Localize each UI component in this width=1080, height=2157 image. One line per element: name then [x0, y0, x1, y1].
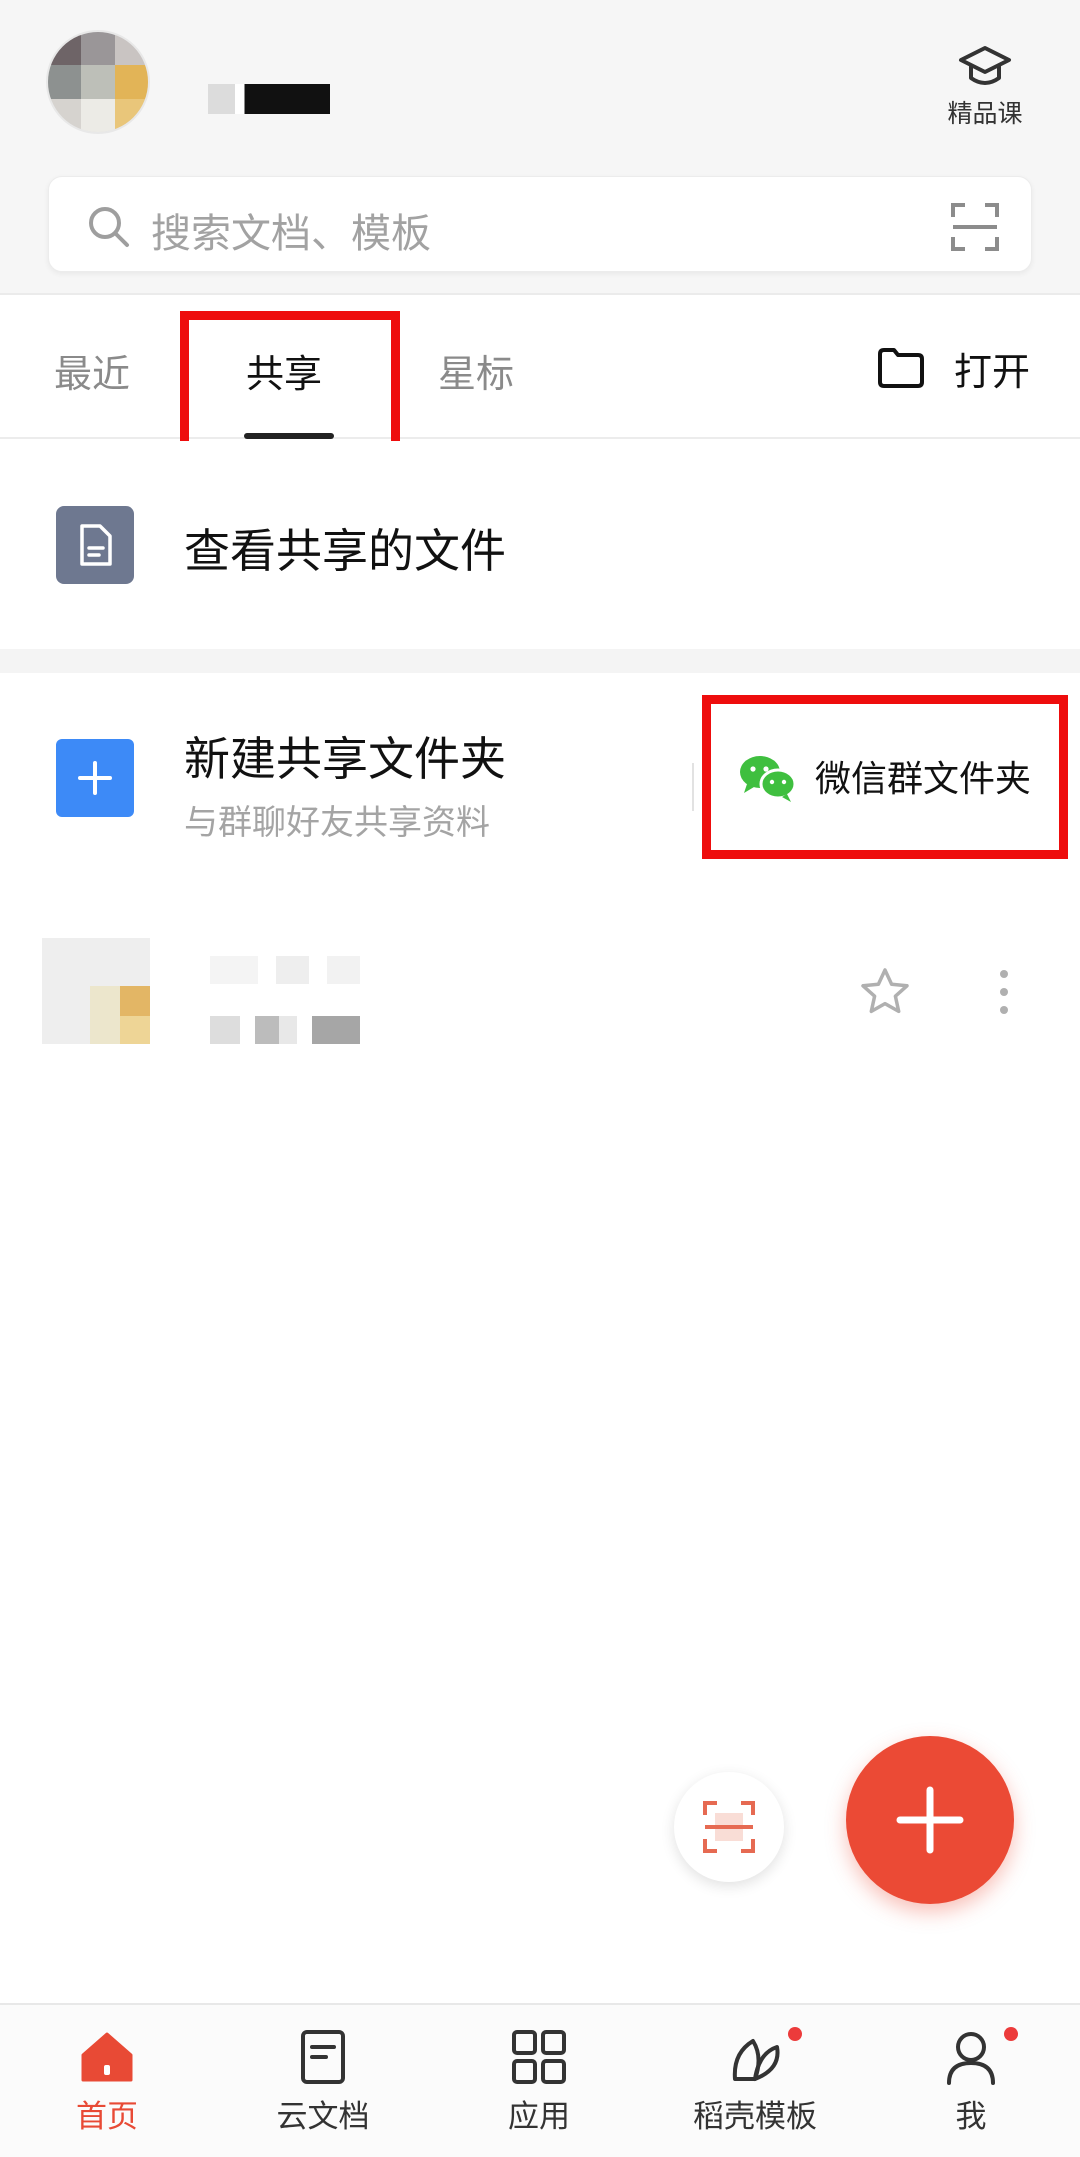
nav-templates[interactable]: 稻壳模板 [660, 2027, 850, 2147]
avatar[interactable] [46, 30, 150, 134]
apps-icon [512, 2030, 566, 2084]
bottom-navigation: 首页 云文档 应用 稻壳模板 我 [0, 2003, 1080, 2157]
folder-icon [878, 348, 924, 388]
profile-icon [947, 2032, 995, 2085]
username-redacted [208, 84, 330, 114]
tab-recent[interactable]: 最近 [54, 343, 130, 398]
nav-apps-label: 应用 [508, 2099, 570, 2135]
new-shared-folder-title: 新建共享文件夹 [184, 732, 506, 786]
create-new-button[interactable] [846, 1736, 1014, 1904]
view-shared-files-row[interactable]: 查看共享的文件 [0, 441, 1080, 649]
header: 精品课 搜索文档、模板 [0, 0, 1080, 295]
open-button[interactable]: 打开 [876, 340, 1030, 396]
vertical-divider [692, 763, 694, 811]
nav-me-label: 我 [955, 2099, 987, 2135]
file-thumbnail-redacted [42, 938, 150, 1044]
search-placeholder: 搜索文档、模板 [151, 211, 431, 257]
more-vertical-icon[interactable] [996, 966, 1012, 1018]
file-meta-redacted [210, 1016, 360, 1044]
template-leaf-icon [732, 2039, 780, 2081]
open-label: 打开 [954, 349, 1031, 394]
document-scan-icon [703, 1801, 755, 1853]
search-icon [89, 207, 129, 247]
nav-templates-label: 稻壳模板 [693, 2099, 817, 2135]
file-name-redacted [210, 956, 360, 984]
nav-cloud-docs[interactable]: 云文档 [228, 2027, 418, 2147]
home-icon [81, 2032, 133, 2082]
wechat-group-folder-label: 微信群文件夹 [815, 759, 1032, 800]
wechat-group-folder-button[interactable]: 微信群文件夹 [702, 695, 1068, 859]
add-folder-icon [56, 739, 134, 817]
graduation-cap-icon [959, 46, 1011, 85]
file-list-item[interactable] [0, 920, 1080, 1060]
cloud-doc-icon [301, 2030, 345, 2084]
course-button[interactable]: 精品课 [940, 44, 1030, 128]
wps-home-screen: 精品课 搜索文档、模板 最近 共享 星标 打开 查看共享的文件 新建共享文件夹 … [0, 0, 1080, 2157]
document-icon [56, 506, 134, 584]
search-bar[interactable]: 搜索文档、模板 [48, 176, 1032, 272]
notification-dot [788, 2027, 802, 2041]
nav-cloud-docs-label: 云文档 [276, 2099, 370, 2135]
plus-icon [896, 1786, 964, 1854]
nav-home-label: 首页 [76, 2099, 138, 2135]
course-label: 精品课 [947, 99, 1023, 128]
new-shared-folder-subtitle: 与群聊好友共享资料 [184, 803, 490, 843]
scan-document-button[interactable] [674, 1772, 784, 1882]
wechat-icon [740, 756, 797, 802]
view-shared-files-title: 查看共享的文件 [184, 524, 506, 578]
star-icon[interactable] [858, 966, 912, 1018]
nav-me[interactable]: 我 [876, 2027, 1066, 2147]
nav-home[interactable]: 首页 [12, 2027, 202, 2147]
section-separator [0, 649, 1080, 673]
notification-dot [1004, 2027, 1018, 2041]
scan-icon[interactable] [949, 201, 1001, 253]
nav-apps[interactable]: 应用 [444, 2027, 634, 2147]
tab-starred[interactable]: 星标 [438, 343, 514, 398]
